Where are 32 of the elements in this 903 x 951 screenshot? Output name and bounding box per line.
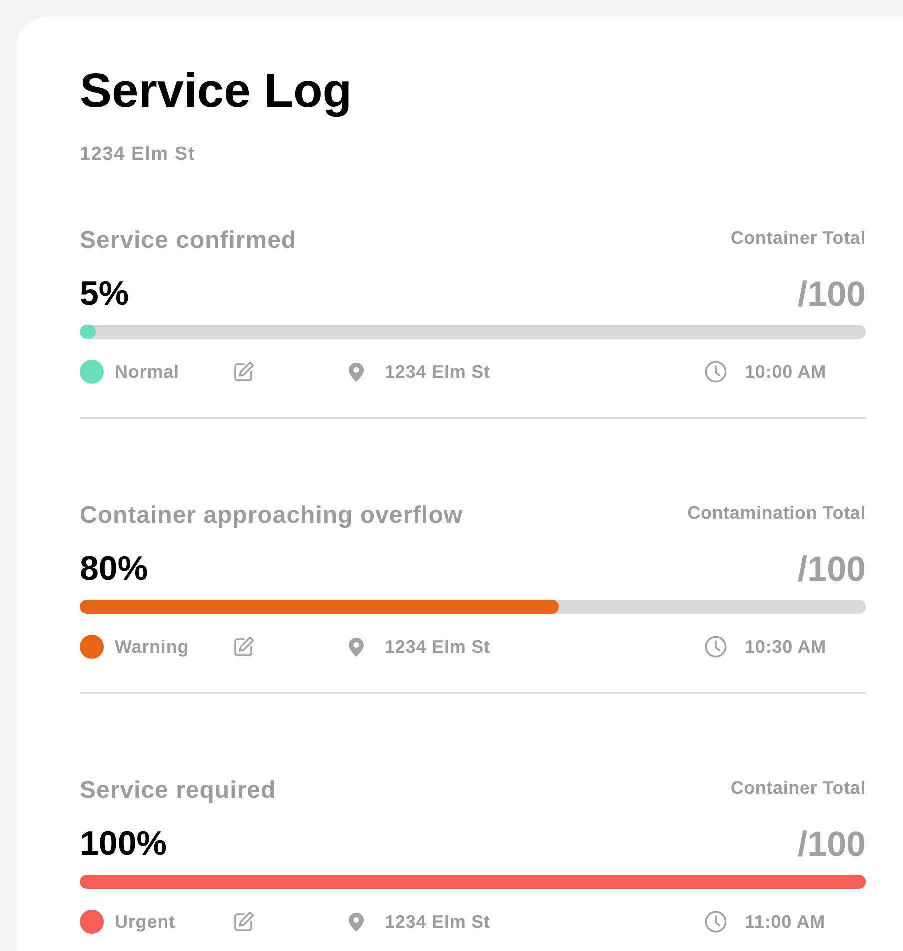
clock-icon: [705, 911, 727, 933]
page-title: Service Log: [80, 68, 352, 116]
time-text: 11:00 AM: [745, 913, 826, 931]
location-pin-icon: [349, 912, 364, 932]
log-heading: Service confirmed: [80, 229, 297, 253]
total-value: /100: [798, 277, 866, 312]
total-label: Container Total: [730, 229, 866, 247]
address-text: 1234 Elm St: [385, 363, 490, 381]
status-label: Warning: [115, 638, 190, 656]
time-text: 10:00 AM: [745, 363, 827, 381]
location-pin-icon: [349, 362, 364, 382]
clock-icon: [705, 636, 727, 658]
clock-icon: [705, 361, 727, 383]
address-text: 1234 Elm St: [385, 638, 490, 656]
percent-value: 5%: [80, 277, 130, 311]
time-text: 10:30 AM: [745, 638, 827, 656]
total-label: Container Total: [730, 779, 866, 797]
location-pin-icon: [349, 638, 364, 656]
percent-value: 80%: [80, 552, 148, 586]
edit-icon[interactable]: [233, 361, 255, 383]
total-value: /100: [798, 552, 866, 587]
address-subtitle: 1234 Elm St: [80, 145, 196, 164]
edit-icon[interactable]: [233, 911, 255, 933]
percent-value: 100%: [80, 827, 167, 861]
status-label: Normal: [115, 363, 180, 381]
address-text: 1234 Elm St: [385, 913, 490, 931]
status-label: Urgent: [115, 913, 176, 931]
log-heading: Container approaching overflow: [80, 504, 464, 528]
log-heading: Service required: [80, 779, 276, 803]
edit-icon[interactable]: [233, 636, 255, 658]
total-label: Contamination Total: [688, 504, 866, 522]
total-value: /100: [798, 827, 866, 862]
